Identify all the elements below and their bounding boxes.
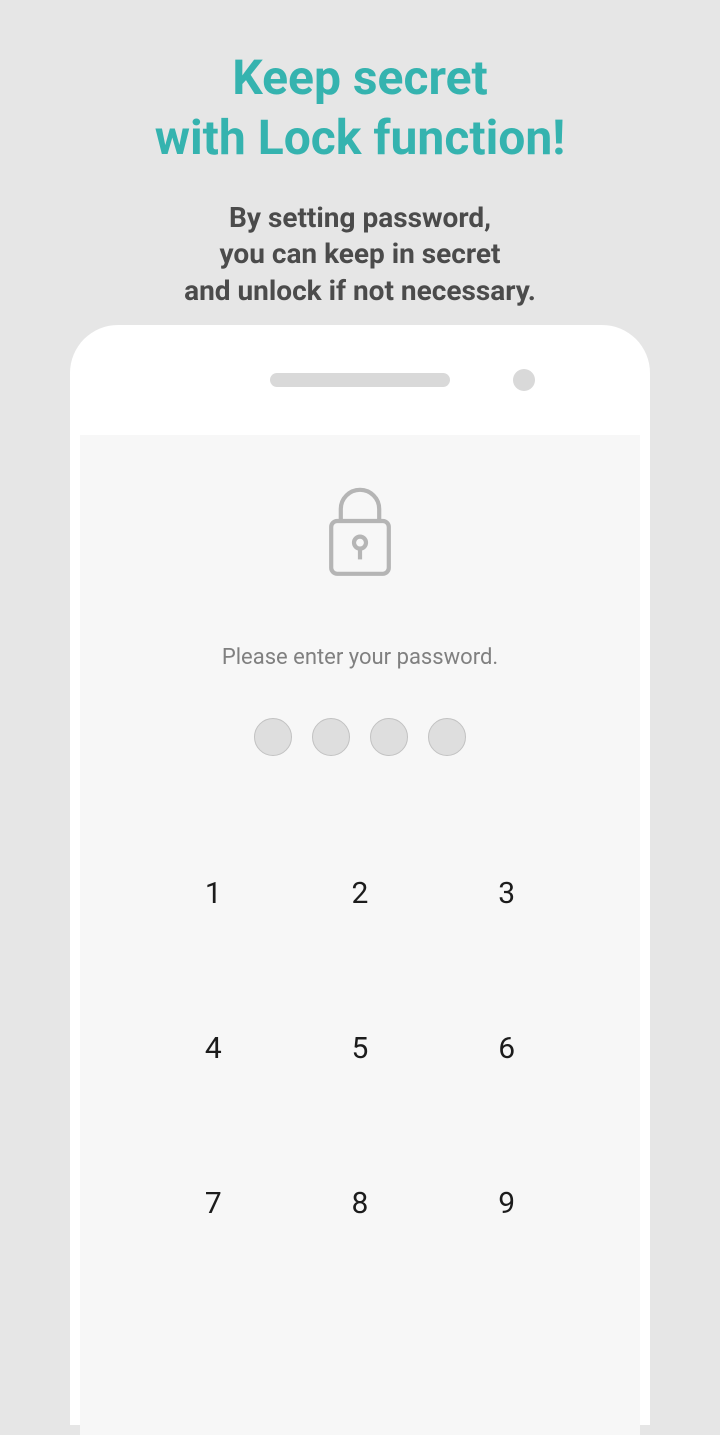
subheadline-line2: you can keep in secret — [220, 237, 501, 270]
numeric-keypad: 1 2 3 4 5 6 7 8 9 — [80, 876, 640, 1221]
key-5[interactable]: 5 — [287, 1031, 434, 1066]
key-2[interactable]: 2 — [287, 876, 434, 911]
phone-speaker-slot — [270, 373, 450, 387]
lock-icon-wrap — [80, 485, 640, 585]
key-3[interactable]: 3 — [433, 876, 580, 911]
key-6[interactable]: 6 — [433, 1031, 580, 1066]
pin-dot-4 — [428, 718, 466, 756]
phone-front-camera — [513, 369, 535, 391]
headline-line1: Keep secret — [232, 49, 488, 106]
key-1[interactable]: 1 — [140, 876, 287, 911]
password-prompt: Please enter your password. — [80, 645, 640, 670]
key-4[interactable]: 4 — [140, 1031, 287, 1066]
pin-dot-3 — [370, 718, 408, 756]
phone-screen: Please enter your password. 1 2 3 4 5 6 … — [80, 435, 640, 1435]
password-dots-row — [80, 718, 640, 756]
phone-top-bar — [70, 325, 650, 435]
subheadline-line1: By setting password, — [229, 201, 491, 234]
lock-icon — [324, 485, 396, 585]
promo-subheadline: By setting password, you can keep in sec… — [0, 168, 720, 309]
subheadline-line3: and unlock if not necessary. — [184, 274, 536, 307]
key-9[interactable]: 9 — [433, 1186, 580, 1221]
pin-dot-1 — [254, 718, 292, 756]
key-7[interactable]: 7 — [140, 1186, 287, 1221]
phone-mockup-frame: Please enter your password. 1 2 3 4 5 6 … — [70, 325, 650, 1425]
key-8[interactable]: 8 — [287, 1186, 434, 1221]
promo-headline: Keep secret with Lock function! — [0, 0, 720, 168]
headline-line2: with Lock function! — [155, 109, 566, 166]
pin-dot-2 — [312, 718, 350, 756]
